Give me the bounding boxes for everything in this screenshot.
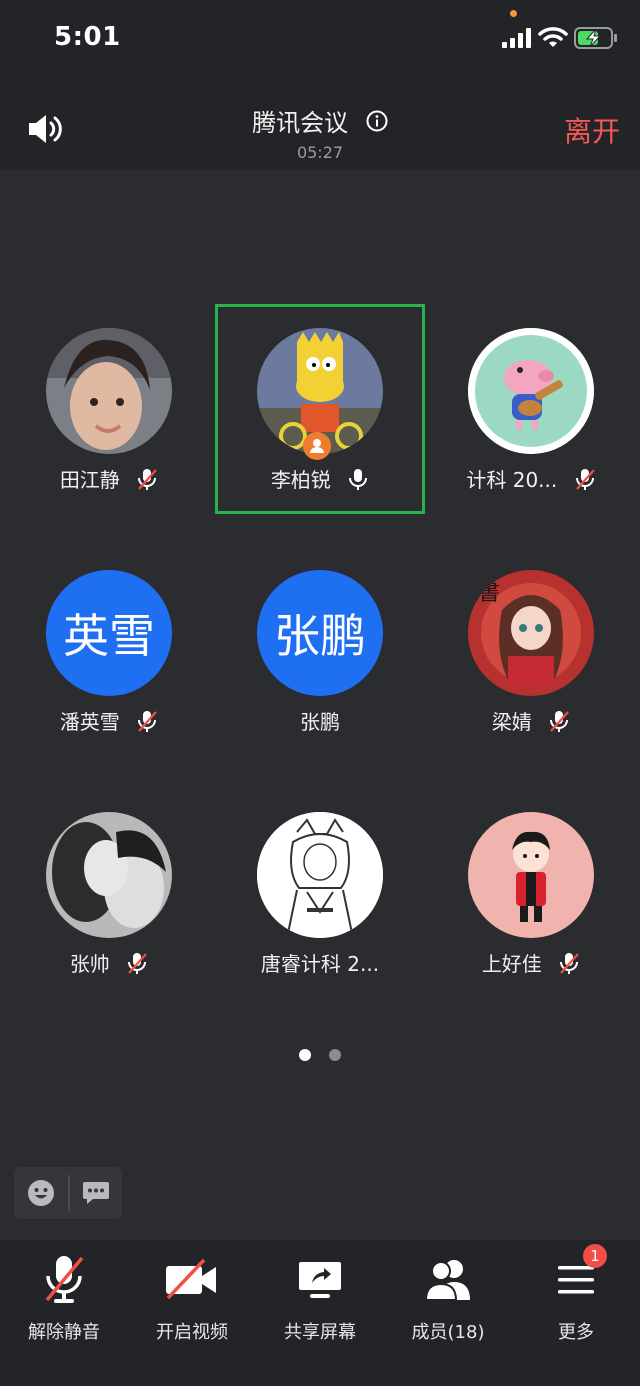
participant-tile-active[interactable]: 李柏锐 [215,304,425,514]
bottom-toolbar: 解除静音 开启视频 共享屏幕 成员(18) 更多 [0,1240,640,1386]
participant-tile[interactable]: 张帅 [4,788,214,998]
participant-name-row: 上好佳 [426,948,636,977]
page-indicator-current[interactable] [299,1049,311,1061]
notification-badge: 1 [583,1244,607,1268]
wifi-icon [538,27,568,47]
cellular-signal-icon [502,28,531,48]
participant-tile[interactable]: 英雪 潘英雪 [4,546,214,756]
host-icon [303,432,331,460]
participant-name-row: 潘英雪 [4,706,214,735]
mic-on-icon [349,468,368,490]
reaction-bar [14,1167,122,1219]
participant-tile[interactable]: 田江静 [4,304,214,514]
video-off-icon [166,1258,216,1300]
participant-name-row: 张帅 [4,948,214,977]
mic-muted-icon [138,710,157,732]
participant-name: 田江静 [59,468,120,492]
participant-name: 唐睿计科 2... [260,952,380,976]
participant-name: 上好佳 [481,952,542,976]
leave-button[interactable]: 离开 [564,110,620,150]
page-indicator[interactable] [329,1049,341,1061]
svg-text:書: 書 [478,581,500,606]
avatar-text: 英雪 [46,570,172,696]
avatar [46,812,172,938]
mic-muted-icon [575,468,595,490]
emoji-icon[interactable] [27,1179,55,1207]
participant-name: 李柏锐 [270,468,331,492]
avatar: 書 [468,570,594,696]
members-button[interactable]: 成员(18) [384,1254,512,1354]
meeting-title-text: 腾讯会议 [252,109,349,137]
participant-tile[interactable]: 唐睿计科 2... [215,788,425,998]
mic-muted-icon [45,1256,84,1303]
participant-name: 计科 20... [466,468,558,492]
chat-icon[interactable] [82,1180,110,1206]
members-label: 成员(18) [411,1322,485,1343]
participant-name-row: 梁婧 [426,706,636,735]
share-screen-label: 共享屏幕 [284,1322,356,1343]
share-screen-button[interactable]: 共享屏幕 [256,1254,384,1354]
avatar [46,328,172,454]
participant-name-row: 张鹏 [215,706,425,735]
participant-tile[interactable]: 计科 20... [426,304,636,514]
more-label: 更多 [558,1322,594,1343]
battery-charging-icon [574,27,617,49]
top-bar: 5:01 腾讯会议 05:27 离开 [0,0,640,170]
divider [68,1175,70,1211]
participant-name: 张鹏 [300,710,340,734]
participant-tile[interactable]: 書 梁婧 [426,546,636,756]
participant-tile[interactable]: 张鹏 张鹏 [215,546,425,756]
participant-name-row: 田江静 [4,464,214,493]
more-button[interactable]: 更多 [512,1254,640,1354]
participant-name: 梁婧 [491,710,532,734]
privacy-indicator-dot [510,10,517,17]
meeting-title[interactable]: 腾讯会议 [0,103,640,138]
participant-tile[interactable]: 上好佳 [426,788,636,998]
status-time: 5:01 [54,22,121,52]
avatar [257,812,383,938]
start-video-button[interactable]: 开启视频 [128,1254,256,1354]
mic-muted-icon [138,468,157,490]
avatar [468,328,594,454]
unmute-label: 解除静音 [28,1322,100,1343]
participant-name-row: 李柏锐 [215,464,425,493]
unmute-button[interactable]: 解除静音 [0,1254,128,1354]
meeting-duration: 05:27 [296,143,344,162]
mic-muted-icon [128,952,147,974]
avatar-text: 张鹏 [257,570,383,696]
mic-muted-icon [550,710,569,732]
mic-muted-icon [560,952,579,974]
participant-name-row: 唐睿计科 2... [215,948,425,977]
participant-name-row: 计科 20... [426,464,636,493]
participant-name: 张帅 [69,952,110,976]
start-video-label: 开启视频 [156,1322,228,1343]
members-icon [424,1260,470,1301]
avatar [468,812,594,938]
info-icon[interactable] [366,110,388,132]
participant-name: 潘英雪 [59,710,120,734]
share-screen-icon [299,1262,341,1298]
